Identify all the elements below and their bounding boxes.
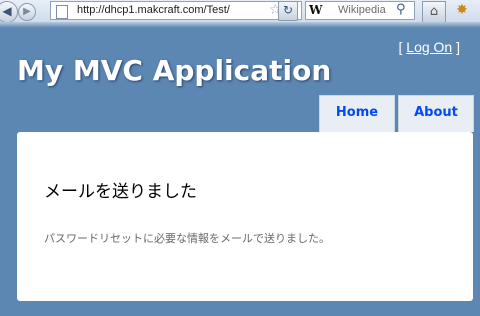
login-bracket-close: ] — [452, 39, 460, 55]
wikipedia-icon[interactable]: W — [309, 3, 322, 17]
addon-icon[interactable]: ✸ — [452, 1, 472, 21]
reload-button[interactable]: ↻ — [278, 1, 298, 21]
browser-toolbar: ◀ ▶ http://dhcp1.makcraft.com/Test/ ☆ ▼ … — [0, 0, 480, 23]
tab-home[interactable]: Home — [319, 95, 395, 132]
address-bar[interactable]: http://dhcp1.makcraft.com/Test/ ☆ ▼ — [50, 1, 302, 20]
back-arrow-icon: ◀ — [2, 4, 12, 18]
confirmation-message: パスワードリセットに必要な情報をメールで送りました。 — [44, 232, 330, 245]
back-button[interactable]: ◀ — [0, 1, 18, 23]
log-on-link[interactable]: Log On — [406, 39, 452, 55]
tab-about[interactable]: About — [398, 95, 474, 132]
site-title: My MVC Application — [17, 54, 332, 87]
page-icon — [56, 5, 68, 19]
url-text[interactable]: http://dhcp1.makcraft.com/Test/ — [77, 4, 257, 16]
forward-button[interactable]: ▶ — [18, 3, 36, 21]
search-input[interactable]: Wikipedia — [338, 4, 386, 16]
search-box[interactable]: W Wikipedia ⚲ — [305, 1, 415, 20]
home-icon: ⌂ — [429, 4, 439, 19]
bookmarks-strip — [0, 22, 480, 28]
forward-arrow-icon: ▶ — [23, 6, 31, 17]
reload-icon: ↻ — [282, 3, 294, 17]
home-button[interactable]: ⌂ — [422, 1, 446, 23]
search-icon[interactable]: ⚲ — [396, 2, 406, 17]
main-content: メールを送りました パスワードリセットに必要な情報をメールで送りました。 — [17, 132, 473, 301]
page-heading: メールを送りました — [44, 182, 197, 202]
login-display: [ Log On ] — [399, 39, 461, 55]
